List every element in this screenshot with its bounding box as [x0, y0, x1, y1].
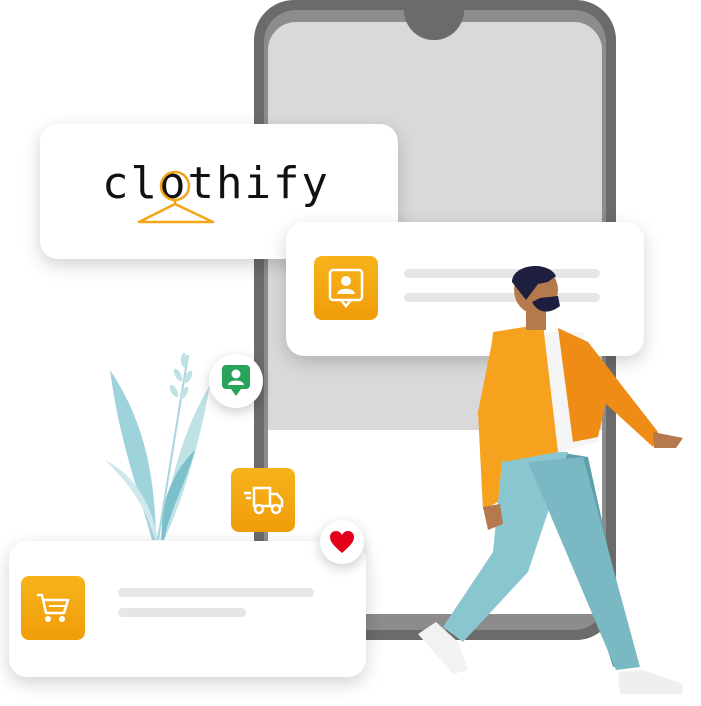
cart-line-2: [118, 608, 246, 617]
hanger-icon: [137, 170, 215, 224]
location-badge[interactable]: [209, 354, 263, 408]
plant-illustration: [105, 353, 210, 541]
user-pin-icon[interactable]: [314, 256, 378, 320]
favorite-badge[interactable]: [320, 520, 364, 564]
heart-icon: [330, 531, 354, 553]
cart-line-1: [118, 588, 314, 597]
location-user-icon: [222, 365, 250, 396]
shopping-cart-icon[interactable]: [21, 576, 85, 640]
walking-person-illustration: [418, 265, 683, 694]
delivery-truck-icon[interactable]: [231, 468, 295, 532]
